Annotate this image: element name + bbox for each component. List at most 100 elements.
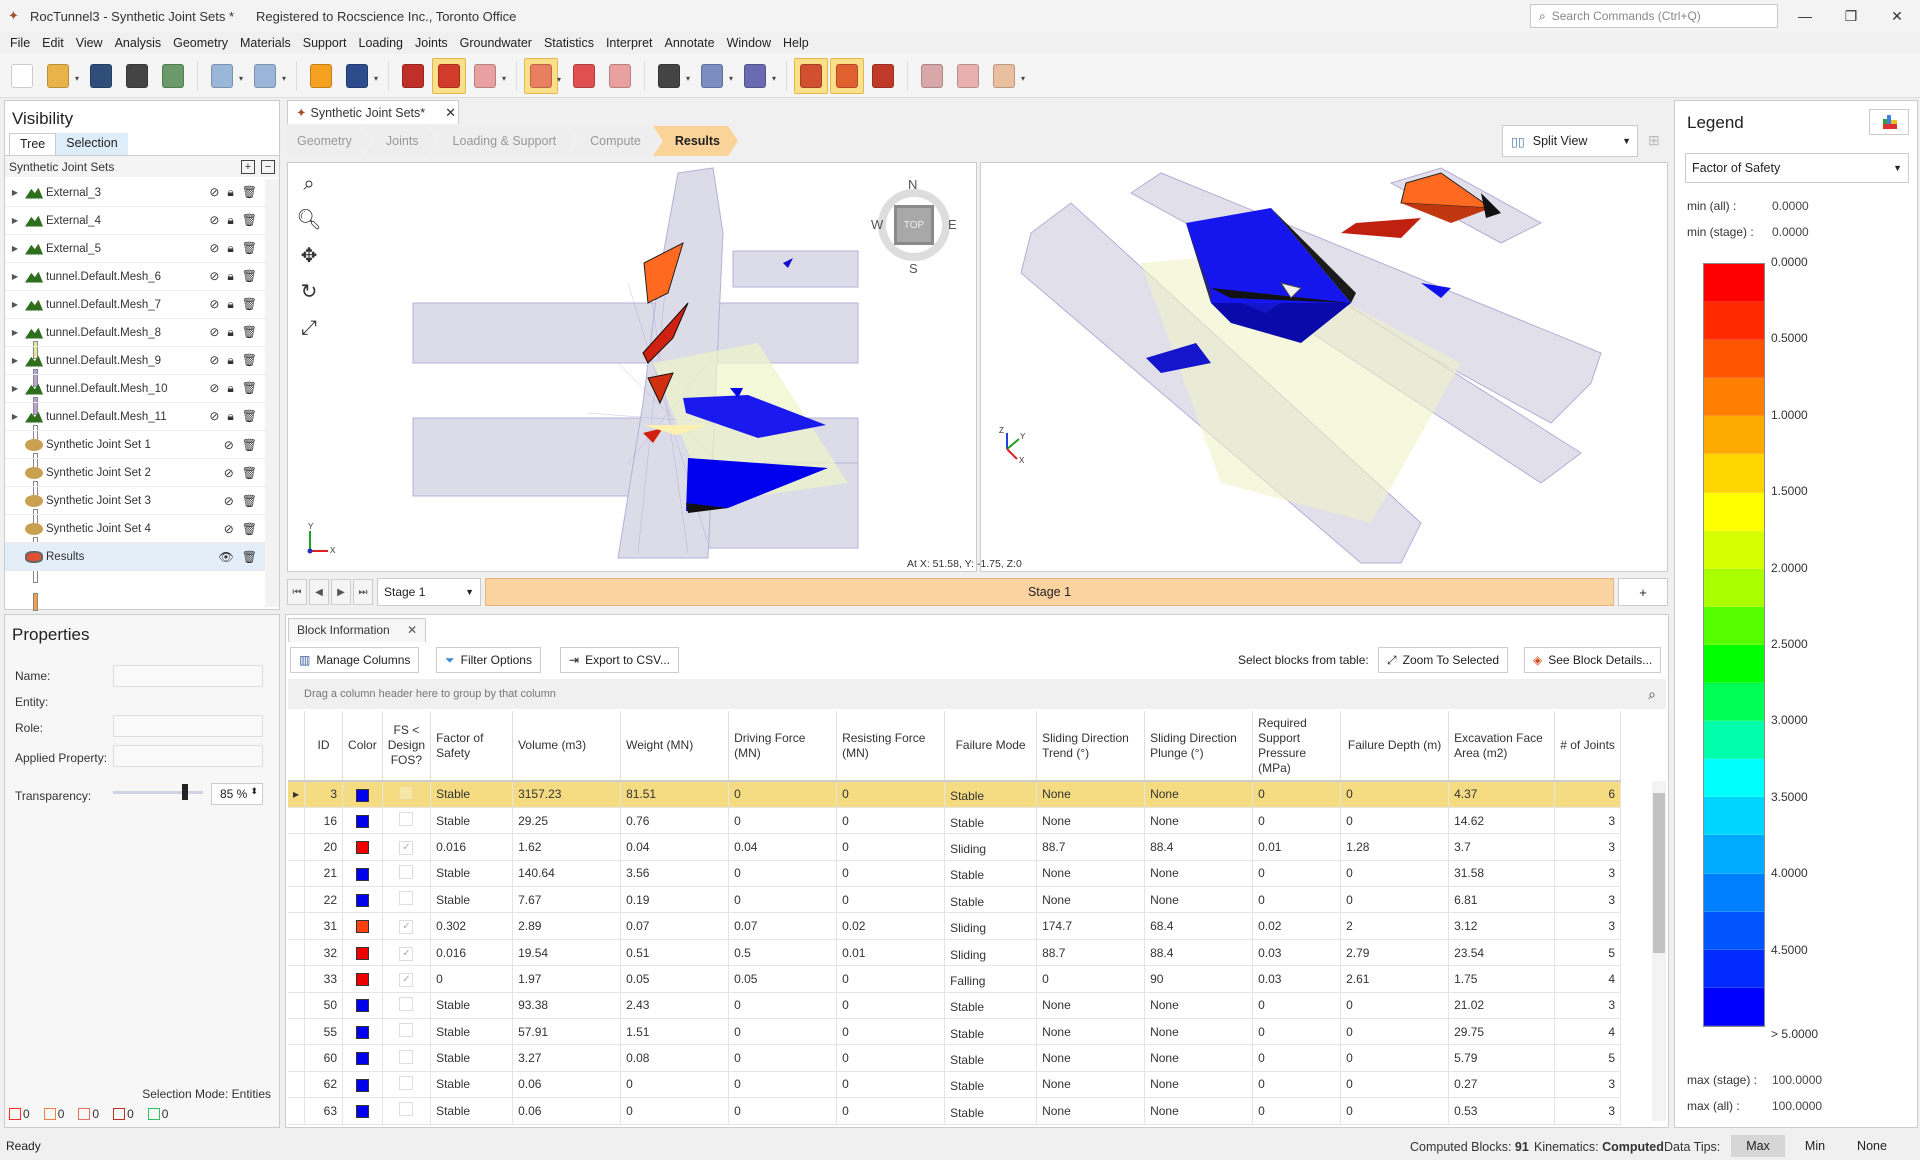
last-stage-button[interactable]: ⏭ — [353, 579, 373, 605]
expand-arrow-icon[interactable]: ▶ — [5, 216, 25, 225]
name-field[interactable] — [113, 665, 263, 687]
applied-property-select[interactable] — [113, 745, 263, 767]
eye-icon[interactable]: 👁︎ — [219, 550, 234, 564]
table-row[interactable]: 50 Stable 93.38 2.43 0 0 Stable None None 0 0 21.02… — [288, 992, 1622, 1020]
group-by-area[interactable]: Drag a column header here to group by th… — [288, 679, 1666, 709]
delete-icon[interactable]: 🗑︎ — [242, 381, 257, 396]
table-scrollbar[interactable] — [1652, 781, 1666, 1121]
table-row[interactable]: 22 Stable 7.67 0.19 0 0 Stable None None 0 0 6.81 3 — [288, 886, 1622, 914]
column-header[interactable]: Weight (MN) — [620, 711, 730, 782]
column-header[interactable]: Failure Depth (m) — [1340, 711, 1450, 782]
lock-icon[interactable]: 🔒︎ — [227, 409, 233, 424]
menu-materials[interactable]: Materials — [234, 36, 297, 50]
tab-tree[interactable]: Tree — [9, 133, 57, 155]
menu-analysis[interactable]: Analysis — [109, 36, 168, 50]
lock-icon[interactable]: 🔒︎ — [227, 325, 233, 340]
menu-groundwater[interactable]: Groundwater — [454, 36, 538, 50]
transparency-slider[interactable] — [113, 784, 203, 800]
hidden-eye-icon[interactable]: ⊘ — [209, 213, 219, 228]
delete-icon[interactable]: 🗑︎ — [242, 409, 257, 424]
search-icon[interactable]: ⌕ — [1648, 686, 1656, 703]
dropdown-arrow-icon[interactable]: ▾ — [1021, 74, 1025, 83]
expand-arrow-icon[interactable]: ▶ — [5, 188, 25, 197]
block-colormap-button[interactable] — [830, 57, 864, 94]
below-design-checkbox[interactable]: ✓ — [399, 840, 414, 855]
below-design-checkbox[interactable]: ✓ — [399, 946, 414, 961]
compass-top-cube[interactable]: TOP — [894, 205, 934, 245]
delete-icon[interactable]: 🗑︎ — [242, 522, 257, 536]
hidden-eye-icon[interactable]: ⊘ — [224, 522, 234, 536]
delete-icon[interactable]: 🗑︎ — [242, 466, 257, 480]
menu-interpret[interactable]: Interpret — [600, 36, 659, 50]
see-block-details-button[interactable]: ◈ See Block Details... — [1524, 647, 1662, 673]
workflow-step-geometry[interactable]: Geometry — [287, 126, 370, 156]
workflow-step-joints[interactable]: Joints — [364, 126, 437, 156]
open-folder-button[interactable]: ▾ — [41, 58, 79, 94]
dropdown-arrow-icon[interactable]: ▾ — [686, 74, 690, 83]
next-stage-button[interactable]: ▶ — [331, 579, 351, 605]
zoom-to-selected-button[interactable]: ⤢ Zoom To Selected — [1378, 647, 1509, 673]
menu-statistics[interactable]: Statistics — [538, 36, 600, 50]
data-tips-max[interactable]: Max — [1731, 1135, 1785, 1157]
block-information-tab[interactable]: Block Information ✕ — [288, 618, 427, 642]
menu-edit[interactable]: Edit — [36, 36, 70, 50]
transparency-slider-handle[interactable] — [182, 784, 189, 800]
dropdown-arrow-icon[interactable]: ▾ — [557, 75, 561, 84]
view-mode-select[interactable]: ▯▯ Split View ▼ — [1502, 125, 1638, 157]
delete-icon[interactable]: 🗑︎ — [242, 494, 257, 508]
solid-block-button[interactable] — [432, 57, 466, 94]
below-design-checkbox[interactable] — [399, 891, 414, 906]
redo-button[interactable]: ▾ — [248, 58, 286, 94]
block-info-button[interactable] — [794, 57, 828, 94]
expand-arrow-icon[interactable]: ▶ — [5, 244, 25, 253]
expand-arrow-icon[interactable]: ▶ — [5, 412, 25, 421]
tree-item[interactable]: ▶ tunnel.Default.Mesh_6 ⊘ 🔒︎ 🗑︎ — [5, 263, 279, 443]
below-design-checkbox[interactable] — [399, 1102, 414, 1117]
dropdown-arrow-icon[interactable]: ▾ — [75, 74, 79, 83]
tree-item[interactable]: ▶ External_5 ⊘ 🔒︎ 🗑︎ — [5, 235, 279, 415]
wireframe-block-button[interactable]: ▾ — [468, 58, 506, 94]
spinner-arrows-icon[interactable]: ⬍ — [250, 786, 258, 797]
table-row[interactable]: 32 ✓ 0.016 19.54 0.51 0.5 0.01 Sliding 88.7 88.4 0… — [288, 939, 1622, 967]
tree-item[interactable]: ▶ tunnel.Default.Mesh_10 ⊘ 🔒︎ 🗑︎ — [5, 375, 279, 555]
table-scrollbar-thumb[interactable] — [1653, 793, 1665, 953]
column-header[interactable]: Volume (m3) — [512, 711, 622, 782]
below-design-checkbox[interactable] — [399, 1023, 414, 1038]
column-header[interactable]: Factor of Safety — [430, 711, 514, 782]
table-row[interactable]: 63 Stable 0.06 0 0 0 Stable None None 0 0 0.53 3 — [288, 1097, 1622, 1125]
close-button[interactable]: ✕ — [1874, 0, 1920, 32]
menu-geometry[interactable]: Geometry — [167, 36, 234, 50]
table-row[interactable]: 20 ✓ 0.016 1.62 0.04 0.04 0 Sliding 88.7 88.4 0.01… — [288, 833, 1622, 861]
block-settings-button[interactable] — [866, 58, 900, 94]
close-tab-icon[interactable]: ✕ — [445, 105, 456, 121]
expand-arrow-icon[interactable]: ▶ — [5, 272, 25, 281]
delete-icon[interactable]: 🗑︎ — [242, 550, 257, 564]
below-design-checkbox[interactable]: ✓ — [399, 972, 414, 987]
manage-columns-button[interactable]: ▥ Manage Columns — [290, 647, 420, 673]
hidden-eye-icon[interactable]: ⊘ — [209, 185, 219, 200]
below-design-checkbox[interactable] — [399, 1049, 414, 1064]
close-tab-icon[interactable]: ✕ — [407, 623, 417, 637]
hidden-eye-icon[interactable]: ⊘ — [209, 297, 219, 312]
layout-options-icon[interactable]: ⊞ — [1648, 132, 1660, 149]
collapse-all-icon[interactable]: − — [261, 159, 275, 174]
table-row[interactable]: 31 ✓ 0.302 2.89 0.07 0.07 0.02 Sliding 174.7 68.4… — [288, 912, 1622, 940]
tree-item[interactable]: ▶ tunnel.Default.Mesh_11 ⊘ 🔒︎ 🗑︎ — [5, 403, 279, 583]
below-design-checkbox[interactable] — [399, 1075, 414, 1090]
menu-file[interactable]: File — [4, 36, 36, 50]
search-commands-input[interactable]: ⌕ Search Commands (Ctrl+Q) — [1530, 4, 1778, 28]
lock-selection-button[interactable] — [567, 58, 601, 94]
pen-tool-button[interactable]: ▾ — [652, 58, 690, 94]
table-row[interactable]: 16 Stable 29.25 0.76 0 0 Stable None None 0 0 14.62… — [288, 807, 1622, 835]
dropdown-arrow-icon[interactable]: ▾ — [239, 74, 243, 83]
menu-annotate[interactable]: Annotate — [659, 36, 721, 50]
expand-arrow-icon[interactable]: ▶ — [5, 328, 25, 337]
delete-icon[interactable]: 🗑︎ — [242, 213, 257, 228]
lock-icon[interactable]: 🔒︎ — [227, 213, 233, 228]
data-tips-none[interactable]: None — [1845, 1135, 1899, 1157]
import-button[interactable]: ▾ — [738, 58, 776, 94]
below-design-checkbox[interactable] — [399, 864, 414, 879]
dropdown-arrow-icon[interactable]: ▾ — [374, 74, 378, 83]
hidden-eye-icon[interactable]: ⊘ — [209, 269, 219, 284]
zoom-window-icon[interactable]: ⌕ — [296, 171, 322, 197]
